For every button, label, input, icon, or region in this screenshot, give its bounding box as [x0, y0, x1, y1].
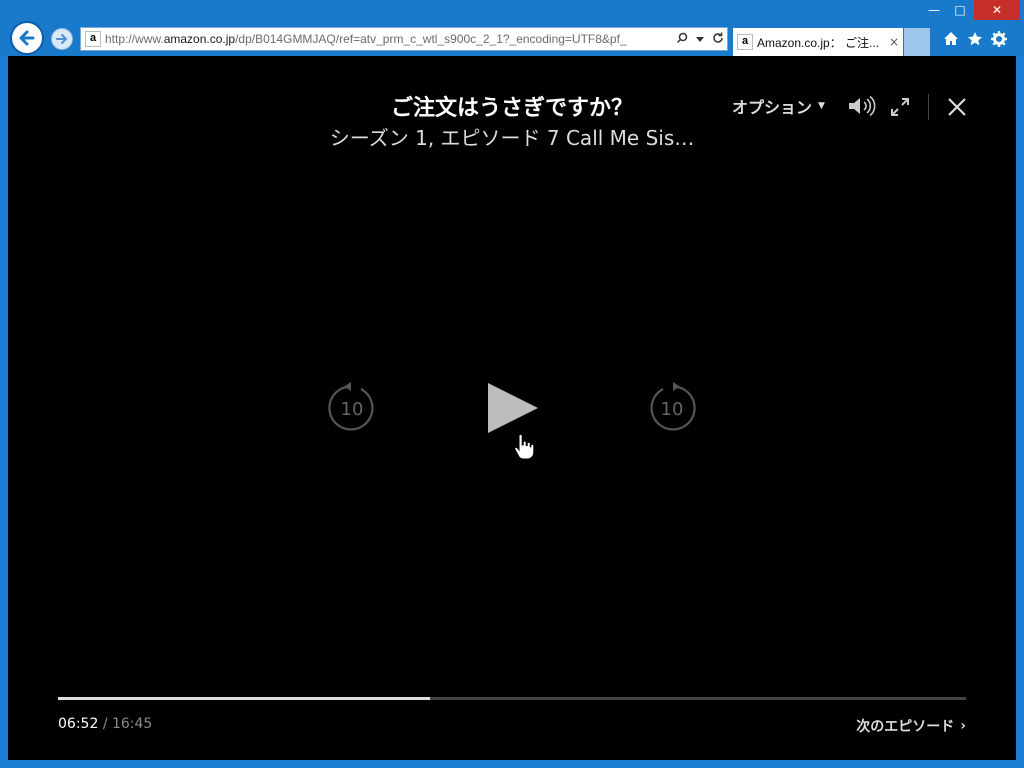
forward-button[interactable] — [51, 28, 73, 50]
browser-tab-amazon[interactable]: a Amazon.co.jp： ご注... × — [733, 28, 903, 56]
progress-bar[interactable] — [58, 697, 966, 700]
amazon-favicon-icon: a — [737, 34, 753, 50]
home-icon[interactable] — [939, 28, 963, 50]
amazon-favicon-icon: a — [85, 31, 101, 47]
arrow-right-icon — [56, 34, 67, 44]
total-duration: 16:45 — [111, 716, 153, 732]
hand-cursor-icon — [514, 433, 535, 460]
skip-forward-10-button[interactable]: 10 — [646, 382, 698, 434]
episode-subtitle: シーズン 1, エピソード 7 Call Me Sis… — [329, 126, 695, 150]
video-player[interactable]: ご注文はうさぎですか？ シーズン 1, エピソード 7 Call Me Sis…… — [8, 56, 1016, 760]
settings-gear-icon[interactable] — [987, 28, 1011, 50]
control-divider — [928, 94, 929, 120]
skip-forward-label: 10 — [661, 399, 684, 420]
search-icon[interactable] — [673, 32, 691, 47]
progress-fill — [58, 697, 431, 700]
fullscreen-icon[interactable] — [888, 95, 912, 119]
window-close-button[interactable]: ✕ — [974, 0, 1020, 20]
skip-back-label: 10 — [341, 399, 364, 420]
skip-back-10-button[interactable]: 10 — [326, 382, 378, 434]
window-maximize-button[interactable]: □ — [946, 0, 974, 20]
address-bar[interactable]: a http://www.amazon.co.jp/dp/B014GMMJAQ/… — [80, 27, 728, 51]
options-label: オプション — [732, 98, 813, 117]
play-icon — [488, 383, 538, 433]
play-button[interactable] — [484, 380, 544, 440]
current-time: 06:52 — [58, 716, 99, 732]
time-separator: / — [102, 716, 108, 732]
rewind-icon: 10 — [328, 382, 374, 431]
favorites-star-icon[interactable] — [963, 28, 987, 50]
options-menu-button[interactable]: オプション ▼ — [732, 94, 825, 118]
tab-title: Amazon.co.jp： ご注... — [757, 35, 880, 50]
dropdown-arrow-icon[interactable] — [691, 32, 709, 46]
refresh-icon[interactable] — [709, 32, 727, 47]
next-episode-label: 次のエピソード — [856, 719, 955, 735]
back-button[interactable] — [10, 21, 44, 55]
browser-chrome: — □ ✕ a http://www.amazon.co.jp/dp/B014G… — [0, 0, 1024, 56]
chevron-right-icon: › — [960, 718, 966, 734]
tab-close-icon[interactable]: × — [885, 35, 903, 49]
fast-forward-icon: 10 — [650, 382, 696, 431]
volume-icon[interactable] — [846, 94, 878, 118]
new-tab-button[interactable] — [904, 28, 930, 56]
caret-down-icon: ▼ — [818, 101, 825, 111]
url-text[interactable]: http://www.amazon.co.jp/dp/B014GMMJAQ/re… — [105, 32, 673, 46]
close-player-icon[interactable] — [944, 94, 970, 120]
arrow-left-icon — [19, 30, 35, 46]
time-display: 06:52 / 16:45 — [58, 716, 152, 732]
next-episode-button[interactable]: 次のエピソード › — [856, 716, 966, 736]
